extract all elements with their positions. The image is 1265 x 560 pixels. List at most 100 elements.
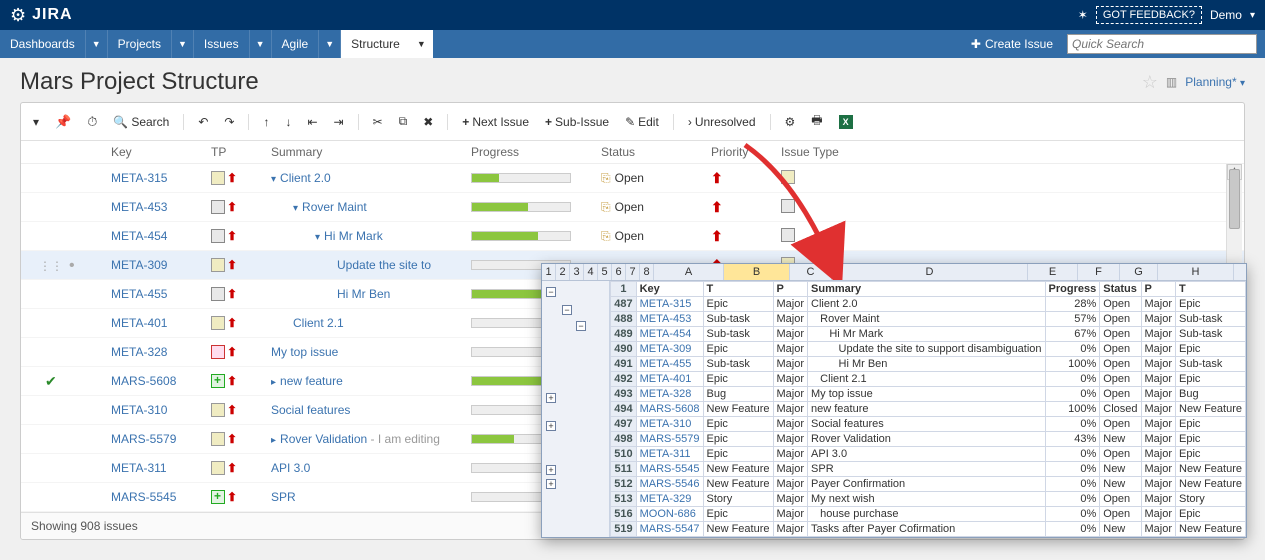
excel-cell[interactable]: 0% [1045, 372, 1100, 387]
outdent-icon[interactable]: ⇤ [303, 113, 321, 131]
excel-cell[interactable]: Major [773, 477, 808, 492]
excel-rownum[interactable]: 1 [611, 282, 636, 297]
excel-cell[interactable]: MARS-5608 [636, 402, 703, 417]
cut-icon[interactable]: ✂ [369, 113, 387, 131]
drag-handle-icon[interactable]: ⋮⋮ [39, 259, 63, 273]
print-icon[interactable]: 🖶 [807, 109, 826, 134]
excel-cell[interactable]: Major [773, 462, 808, 477]
excel-cell[interactable]: New Feature [1176, 462, 1246, 477]
excel-cell[interactable]: Sub-task [1176, 357, 1246, 372]
chevron-down-icon[interactable]: ▼ [411, 30, 433, 58]
excel-cell[interactable]: Rover Validation [808, 432, 1046, 447]
excel-cell[interactable]: Open [1100, 507, 1141, 522]
excel-cell[interactable]: New Feature [1176, 477, 1246, 492]
excel-cell[interactable]: New [1100, 522, 1141, 537]
chevron-down-icon[interactable]: ▾ [1250, 10, 1255, 21]
excel-rownum[interactable]: 519 [611, 522, 636, 537]
excel-cell[interactable]: New Feature [703, 402, 773, 417]
excel-cell[interactable]: META-310 [636, 417, 703, 432]
excel-header-cell[interactable]: P [1141, 282, 1176, 297]
excel-cell[interactable]: Open [1100, 372, 1141, 387]
excel-outline-levels[interactable]: 12345678 [542, 264, 654, 280]
search-button[interactable]: 🔍 Search [109, 113, 173, 131]
excel-cell[interactable]: Client 2.0 [808, 297, 1046, 312]
menu-dashboards[interactable]: Dashboards [0, 30, 86, 58]
excel-header-cell[interactable]: P [773, 282, 808, 297]
col-status[interactable]: Status [601, 145, 711, 159]
issue-key-link[interactable]: MARS-5608 [111, 374, 211, 388]
excel-cell[interactable]: New Feature [1176, 402, 1246, 417]
excel-cell[interactable]: Major [773, 297, 808, 312]
expander-icon[interactable]: ▸ [271, 377, 276, 388]
excel-column-letters[interactable]: ABCDEFGH [654, 264, 1246, 280]
excel-cell[interactable]: SPR [808, 462, 1046, 477]
excel-header-cell[interactable]: T [1176, 282, 1246, 297]
export-excel-button[interactable]: X [835, 113, 857, 131]
excel-cell[interactable]: Major [773, 492, 808, 507]
excel-header-cell[interactable]: Summary [808, 282, 1046, 297]
excel-cell[interactable]: META-453 [636, 312, 703, 327]
excel-cell[interactable]: Epic [1176, 297, 1246, 312]
indent-icon[interactable]: ⇥ [330, 113, 348, 131]
chevron-down-icon[interactable]: ▾ [29, 113, 43, 131]
issue-key-link[interactable]: META-401 [111, 316, 211, 330]
excel-cell[interactable]: Epic [703, 372, 773, 387]
excel-cell[interactable]: Epic [703, 417, 773, 432]
excel-cell[interactable]: Client 2.1 [808, 372, 1046, 387]
col-priority[interactable]: Priority [711, 145, 781, 159]
excel-cell[interactable]: New Feature [703, 522, 773, 537]
outline-level-button[interactable]: 4 [584, 264, 598, 280]
excel-cell[interactable]: Major [773, 372, 808, 387]
excel-rownum[interactable]: 493 [611, 387, 636, 402]
excel-cell[interactable]: 0% [1045, 492, 1100, 507]
excel-cell[interactable]: Epic [703, 342, 773, 357]
excel-cell[interactable]: META-309 [636, 342, 703, 357]
excel-cell[interactable]: Epic [1176, 432, 1246, 447]
excel-cell[interactable]: Major [773, 402, 808, 417]
undo-icon[interactable]: ↶ [194, 113, 212, 131]
excel-cell[interactable]: Social features [808, 417, 1046, 432]
outline-level-button[interactable]: 8 [640, 264, 654, 280]
excel-cell[interactable]: 0% [1045, 522, 1100, 537]
pin-icon[interactable]: 📌 [51, 112, 75, 132]
excel-cell[interactable]: Major [1141, 297, 1176, 312]
settings-icon[interactable]: ⚙ [781, 113, 800, 131]
excel-cell[interactable]: Major [773, 507, 808, 522]
excel-cell[interactable]: Story [1176, 492, 1246, 507]
excel-cell[interactable]: Open [1100, 417, 1141, 432]
excel-cell[interactable]: Open [1100, 387, 1141, 402]
issue-summary-link[interactable]: Update the site to [271, 258, 471, 272]
expander-icon[interactable]: ▸ [271, 435, 276, 446]
clock-icon[interactable]: ⏱ [83, 112, 101, 132]
redo-icon[interactable]: ↷ [220, 113, 238, 131]
excel-rownum[interactable]: 494 [611, 402, 636, 417]
excel-cell[interactable]: Sub-task [1176, 327, 1246, 342]
excel-cell[interactable]: My top issue [808, 387, 1046, 402]
issue-key-link[interactable]: META-315 [111, 171, 211, 185]
favorite-star-icon[interactable]: ☆ [1142, 72, 1158, 93]
excel-cell[interactable]: Sub-task [1176, 312, 1246, 327]
excel-cell[interactable]: 0% [1045, 462, 1100, 477]
outline-level-button[interactable]: 7 [626, 264, 640, 280]
chevron-down-icon[interactable]: ▼ [250, 30, 272, 58]
excel-cell[interactable]: house purchase [808, 507, 1046, 522]
move-down-icon[interactable]: ↓ [281, 113, 295, 131]
excel-cell[interactable]: 0% [1045, 387, 1100, 402]
excel-col-B[interactable]: B [724, 264, 790, 280]
excel-cell[interactable]: Major [1141, 312, 1176, 327]
move-up-icon[interactable]: ↑ [259, 113, 273, 131]
outline-expand-icon[interactable]: + [546, 479, 556, 489]
excel-cell[interactable]: Open [1100, 357, 1141, 372]
excel-cell[interactable]: Major [1141, 432, 1176, 447]
excel-cell[interactable]: META-328 [636, 387, 703, 402]
excel-cell[interactable]: 0% [1045, 417, 1100, 432]
excel-cell[interactable]: Major [1141, 522, 1176, 537]
excel-header-cell[interactable]: Progress [1045, 282, 1100, 297]
excel-cell[interactable]: Epic [703, 447, 773, 462]
outline-collapse-icon[interactable]: − [562, 305, 572, 315]
issue-key-link[interactable]: META-310 [111, 403, 211, 417]
excel-cell[interactable]: Major [773, 447, 808, 462]
excel-cell[interactable]: Major [773, 432, 808, 447]
excel-rownum[interactable]: 492 [611, 372, 636, 387]
issue-key-link[interactable]: META-455 [111, 287, 211, 301]
